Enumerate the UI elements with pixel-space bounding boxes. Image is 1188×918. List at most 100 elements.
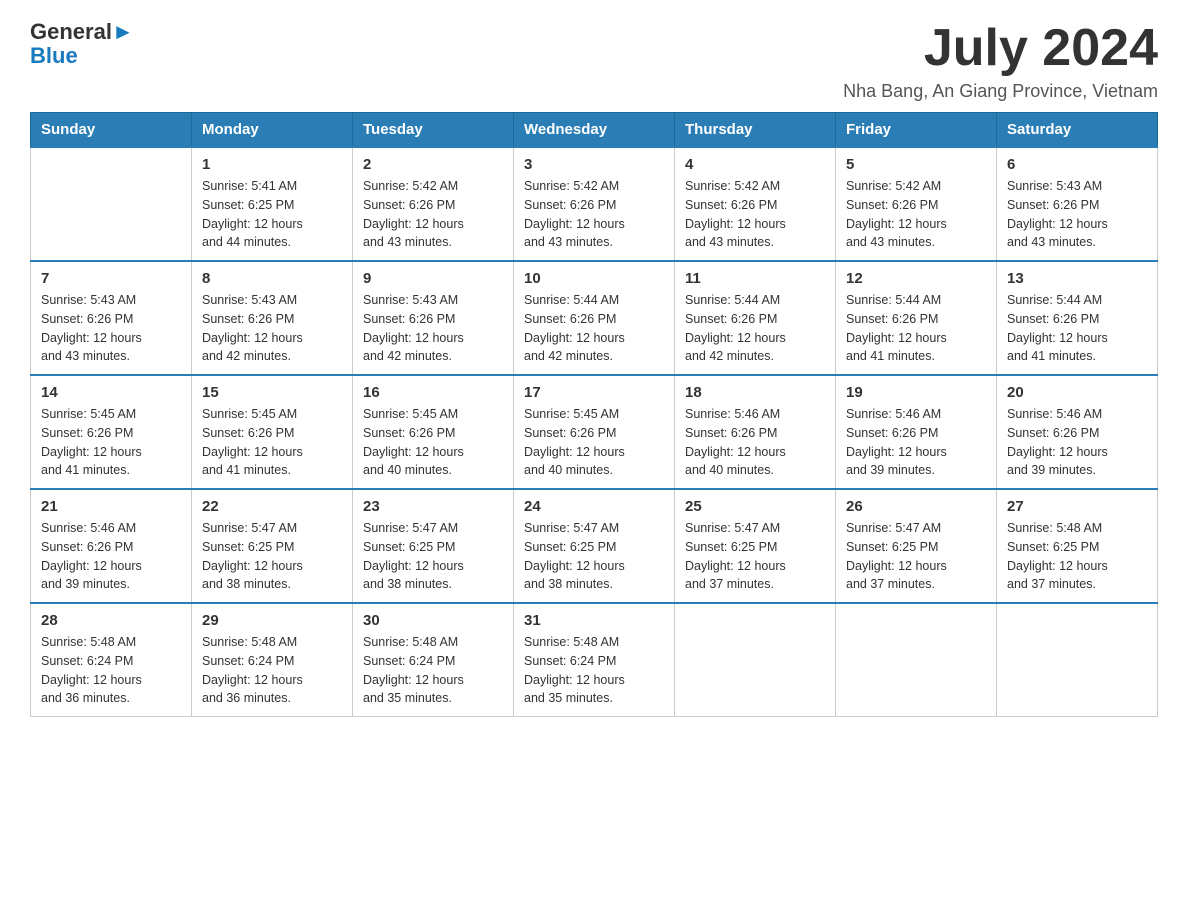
calendar-cell: 23 Sunrise: 5:47 AMSunset: 6:25 PMDayligh… xyxy=(353,489,514,603)
day-info: Sunrise: 5:48 AMSunset: 6:24 PMDaylight:… xyxy=(363,633,503,708)
calendar-cell: 31Sunrise: 5:48 AMSunset: 6:24 PMDayligh… xyxy=(514,603,675,717)
calendar-cell: 28 Sunrise: 5:48 AMSunset: 6:24 PMDayligh… xyxy=(31,603,192,717)
day-info: Sunrise: 5:43 AMSunset: 6:26 PMDaylight:… xyxy=(41,291,181,366)
day-header-monday: Monday xyxy=(192,113,353,148)
day-info: Sunrise: 5:41 AMSunset: 6:25 PMDaylight:… xyxy=(202,177,342,252)
calendar-cell: 18 Sunrise: 5:46 AMSunset: 6:26 PMDayligh… xyxy=(675,375,836,489)
calendar-cell: 4 Sunrise: 5:42 AMSunset: 6:26 PMDaylight… xyxy=(675,147,836,261)
day-info: Sunrise: 5:45 AMSunset: 6:26 PMDaylight:… xyxy=(363,405,503,480)
day-number: 11 xyxy=(685,270,825,287)
day-info: Sunrise: 5:42 AMSunset: 6:26 PMDaylight:… xyxy=(363,177,503,252)
calendar-cell: 1 Sunrise: 5:41 AMSunset: 6:25 PMDaylight… xyxy=(192,147,353,261)
day-header-friday: Friday xyxy=(836,113,997,148)
day-number: 21 xyxy=(41,498,181,515)
calendar-cell: 13 Sunrise: 5:44 AMSunset: 6:26 PMDayligh… xyxy=(997,261,1158,375)
day-header-sunday: Sunday xyxy=(31,113,192,148)
day-header-tuesday: Tuesday xyxy=(353,113,514,148)
day-number: 7 xyxy=(41,270,181,287)
calendar-cell: 25 Sunrise: 5:47 AMSunset: 6:25 PMDayligh… xyxy=(675,489,836,603)
calendar-cell: 14 Sunrise: 5:45 AMSunset: 6:26 PMDayligh… xyxy=(31,375,192,489)
day-info: Sunrise: 5:47 AMSunset: 6:25 PMDaylight:… xyxy=(202,519,342,594)
calendar-cell: 5Sunrise: 5:42 AMSunset: 6:26 PMDaylight… xyxy=(836,147,997,261)
day-number: 2 xyxy=(363,156,503,173)
day-info: Sunrise: 5:46 AMSunset: 6:26 PMDaylight:… xyxy=(1007,405,1147,480)
day-info: Sunrise: 5:44 AMSunset: 6:26 PMDaylight:… xyxy=(846,291,986,366)
day-number: 10 xyxy=(524,270,664,287)
calendar-cell: 9 Sunrise: 5:43 AMSunset: 6:26 PMDaylight… xyxy=(353,261,514,375)
calendar-cell: 22 Sunrise: 5:47 AMSunset: 6:25 PMDayligh… xyxy=(192,489,353,603)
day-info: Sunrise: 5:47 AMSunset: 6:25 PMDaylight:… xyxy=(524,519,664,594)
day-header-saturday: Saturday xyxy=(997,113,1158,148)
day-number: 14 xyxy=(41,384,181,401)
day-info: Sunrise: 5:44 AMSunset: 6:26 PMDaylight:… xyxy=(1007,291,1147,366)
calendar-cell xyxy=(836,603,997,717)
day-info: Sunrise: 5:43 AMSunset: 6:26 PMDaylight:… xyxy=(1007,177,1147,252)
day-number: 17 xyxy=(524,384,664,401)
day-number: 5 xyxy=(846,156,986,173)
calendar-cell: 7 Sunrise: 5:43 AMSunset: 6:26 PMDaylight… xyxy=(31,261,192,375)
day-number: 6 xyxy=(1007,156,1147,173)
calendar-cell: 19 Sunrise: 5:46 AMSunset: 6:26 PMDayligh… xyxy=(836,375,997,489)
day-info: Sunrise: 5:48 AMSunset: 6:24 PMDaylight:… xyxy=(524,633,664,708)
calendar-cell: 24Sunrise: 5:47 AMSunset: 6:25 PMDayligh… xyxy=(514,489,675,603)
logo-text: General► xyxy=(30,20,134,44)
day-number: 30 xyxy=(363,612,503,629)
day-info: Sunrise: 5:46 AMSunset: 6:26 PMDaylight:… xyxy=(685,405,825,480)
day-number: 19 xyxy=(846,384,986,401)
day-number: 13 xyxy=(1007,270,1147,287)
month-title: July 2024 xyxy=(843,20,1158,77)
day-number: 1 xyxy=(202,156,342,173)
day-header-thursday: Thursday xyxy=(675,113,836,148)
day-number: 18 xyxy=(685,384,825,401)
day-number: 23 xyxy=(363,498,503,515)
calendar-cell: 6 Sunrise: 5:43 AMSunset: 6:26 PMDaylight… xyxy=(997,147,1158,261)
day-info: Sunrise: 5:48 AMSunset: 6:24 PMDaylight:… xyxy=(202,633,342,708)
day-number: 9 xyxy=(363,270,503,287)
calendar-cell xyxy=(997,603,1158,717)
calendar-cell xyxy=(675,603,836,717)
week-row-1: 1 Sunrise: 5:41 AMSunset: 6:25 PMDaylight… xyxy=(31,147,1158,261)
calendar-cell: 17 Sunrise: 5:45 AMSunset: 6:26 PMDayligh… xyxy=(514,375,675,489)
day-number: 12 xyxy=(846,270,986,287)
day-info: Sunrise: 5:46 AMSunset: 6:26 PMDaylight:… xyxy=(41,519,181,594)
day-info: Sunrise: 5:48 AMSunset: 6:24 PMDaylight:… xyxy=(41,633,181,708)
calendar-header-row: SundayMondayTuesdayWednesdayThursdayFrid… xyxy=(31,113,1158,148)
calendar-cell: 20 Sunrise: 5:46 AMSunset: 6:26 PMDayligh… xyxy=(997,375,1158,489)
day-number: 26 xyxy=(846,498,986,515)
day-number: 15 xyxy=(202,384,342,401)
day-info: Sunrise: 5:42 AMSunset: 6:26 PMDaylight:… xyxy=(524,177,664,252)
day-info: Sunrise: 5:45 AMSunset: 6:26 PMDaylight:… xyxy=(202,405,342,480)
day-number: 3 xyxy=(524,156,664,173)
day-info: Sunrise: 5:47 AMSunset: 6:25 PMDaylight:… xyxy=(363,519,503,594)
day-info: Sunrise: 5:45 AMSunset: 6:26 PMDaylight:… xyxy=(41,405,181,480)
calendar-cell: 3 Sunrise: 5:42 AMSunset: 6:26 PMDaylight… xyxy=(514,147,675,261)
day-number: 20 xyxy=(1007,384,1147,401)
location: Nha Bang, An Giang Province, Vietnam xyxy=(843,81,1158,102)
calendar-cell: 30 Sunrise: 5:48 AMSunset: 6:24 PMDayligh… xyxy=(353,603,514,717)
calendar-cell: 2 Sunrise: 5:42 AMSunset: 6:26 PMDaylight… xyxy=(353,147,514,261)
calendar-cell: 16Sunrise: 5:45 AMSunset: 6:26 PMDayligh… xyxy=(353,375,514,489)
day-info: Sunrise: 5:43 AMSunset: 6:26 PMDaylight:… xyxy=(363,291,503,366)
day-number: 27 xyxy=(1007,498,1147,515)
day-number: 25 xyxy=(685,498,825,515)
week-row-4: 21 Sunrise: 5:46 AMSunset: 6:26 PMDayligh… xyxy=(31,489,1158,603)
day-info: Sunrise: 5:44 AMSunset: 6:26 PMDaylight:… xyxy=(685,291,825,366)
week-row-2: 7 Sunrise: 5:43 AMSunset: 6:26 PMDaylight… xyxy=(31,261,1158,375)
calendar-cell: 12 Sunrise: 5:44 AMSunset: 6:26 PMDayligh… xyxy=(836,261,997,375)
day-info: Sunrise: 5:46 AMSunset: 6:26 PMDaylight:… xyxy=(846,405,986,480)
week-row-5: 28 Sunrise: 5:48 AMSunset: 6:24 PMDayligh… xyxy=(31,603,1158,717)
calendar-cell: 29Sunrise: 5:48 AMSunset: 6:24 PMDayligh… xyxy=(192,603,353,717)
day-info: Sunrise: 5:44 AMSunset: 6:26 PMDaylight:… xyxy=(524,291,664,366)
day-info: Sunrise: 5:42 AMSunset: 6:26 PMDaylight:… xyxy=(685,177,825,252)
day-info: Sunrise: 5:45 AMSunset: 6:26 PMDaylight:… xyxy=(524,405,664,480)
day-number: 22 xyxy=(202,498,342,515)
calendar-cell: 21 Sunrise: 5:46 AMSunset: 6:26 PMDayligh… xyxy=(31,489,192,603)
day-info: Sunrise: 5:43 AMSunset: 6:26 PMDaylight:… xyxy=(202,291,342,366)
day-number: 28 xyxy=(41,612,181,629)
calendar-cell: 15 Sunrise: 5:45 AMSunset: 6:26 PMDayligh… xyxy=(192,375,353,489)
day-header-wednesday: Wednesday xyxy=(514,113,675,148)
calendar-cell xyxy=(31,147,192,261)
day-number: 4 xyxy=(685,156,825,173)
day-info: Sunrise: 5:47 AMSunset: 6:25 PMDaylight:… xyxy=(685,519,825,594)
calendar-cell: 27Sunrise: 5:48 AMSunset: 6:25 PMDayligh… xyxy=(997,489,1158,603)
